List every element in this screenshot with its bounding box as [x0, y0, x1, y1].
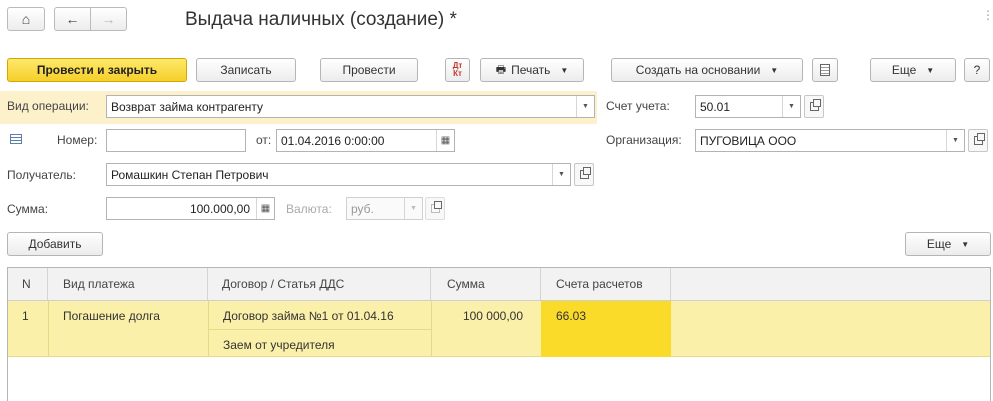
- currency-label: Валюта:: [286, 202, 332, 216]
- table-more-button[interactable]: Еще ▼: [905, 232, 991, 256]
- arrow-right-icon: →: [101, 11, 116, 27]
- operation-label: Вид операции:: [7, 99, 89, 113]
- column-header-payment-type[interactable]: Вид платежа: [48, 268, 208, 301]
- back-button[interactable]: ←: [54, 7, 91, 31]
- number-label: Номер:: [57, 133, 98, 147]
- currency-select[interactable]: руб. ▼: [346, 197, 423, 220]
- document-icon: [820, 64, 830, 76]
- date-input[interactable]: 01.04.2016 0:00:00 ▦: [276, 129, 455, 152]
- payments-table[interactable]: N Вид платежа Договор / Статья ДДС Сумма…: [7, 267, 991, 401]
- account-label: Счет учета:: [606, 99, 670, 113]
- sum-label: Сумма:: [7, 202, 49, 216]
- post-button[interactable]: Провести: [320, 58, 418, 82]
- home-icon: ⌂: [21, 11, 31, 27]
- recipient-open-button[interactable]: [574, 163, 594, 186]
- row-contract: Договор займа №1 от 01.04.16: [223, 309, 394, 323]
- print-button[interactable]: 🖶 Печать ▼: [480, 58, 584, 82]
- add-row-button[interactable]: Добавить: [7, 232, 103, 256]
- row-dds-item: Заем от учредителя: [223, 338, 335, 352]
- dt-kt-button[interactable]: Дт Кт: [445, 58, 470, 82]
- account-open-button[interactable]: [804, 95, 824, 118]
- list-icon: [10, 134, 22, 144]
- page-title: Выдача наличных (создание) *: [185, 9, 457, 30]
- open-icon: [973, 133, 985, 145]
- row-account: 66.03: [556, 309, 587, 323]
- calculator-icon[interactable]: ▦: [256, 198, 274, 219]
- currency-open-button[interactable]: [425, 197, 445, 220]
- chevron-down-icon: ▼: [560, 65, 569, 75]
- column-header-n[interactable]: N: [8, 268, 48, 301]
- chevron-down-icon[interactable]: ▼: [946, 130, 964, 151]
- printer-icon: 🖶: [495, 63, 507, 76]
- arrow-left-icon: ←: [65, 11, 80, 27]
- open-icon: [430, 201, 442, 213]
- help-button[interactable]: ?: [964, 58, 990, 82]
- organization-select[interactable]: ПУГОВИЦА ООО ▼: [695, 129, 965, 152]
- recipient-label: Получатель:: [7, 168, 76, 182]
- row-sum: 100 000,00: [462, 309, 523, 323]
- row-payment-type: Погашение долга: [63, 309, 160, 323]
- post-and-close-button[interactable]: Провести и закрыть: [7, 58, 187, 82]
- create-based-on-button[interactable]: Создать на основании ▼: [611, 58, 803, 82]
- open-icon: [579, 167, 591, 179]
- more-actions-button[interactable]: Еще ▼: [870, 58, 956, 82]
- forward-button[interactable]: →: [90, 7, 127, 31]
- account-select[interactable]: 50.01 ▼: [695, 95, 801, 118]
- recipient-select[interactable]: Ромашкин Степан Петрович ▼: [106, 163, 571, 186]
- sum-input[interactable]: 100.000,00 ▦: [106, 197, 275, 220]
- number-input[interactable]: [106, 129, 246, 152]
- chevron-down-icon: ▼: [926, 65, 935, 75]
- row-divider: [48, 301, 49, 357]
- dt-kt-icon: Дт Кт: [452, 61, 463, 78]
- organization-label: Организация:: [606, 133, 682, 147]
- chevron-down-icon[interactable]: ▼: [782, 96, 800, 117]
- document-report-button[interactable]: [812, 58, 838, 82]
- open-icon: [809, 99, 821, 111]
- column-header-accounts[interactable]: Счета расчетов: [541, 268, 671, 301]
- calendar-icon[interactable]: ▦: [436, 130, 454, 151]
- chevron-down-icon[interactable]: ▼: [576, 96, 594, 117]
- chevron-down-icon[interactable]: ▼: [552, 164, 570, 185]
- date-label: от:: [256, 133, 272, 147]
- operation-type-select[interactable]: Возврат займа контрагенту ▼: [106, 95, 595, 118]
- row-number: 1: [22, 309, 29, 323]
- chevron-down-icon: ▼: [770, 65, 779, 75]
- column-header-filler: [671, 268, 990, 301]
- column-header-sum[interactable]: Сумма: [431, 268, 541, 301]
- chevron-down-icon: ▼: [961, 239, 970, 249]
- column-header-contract[interactable]: Договор / Статья ДДС: [208, 268, 431, 301]
- window-menu-icon[interactable]: ⋮: [982, 8, 993, 22]
- row-divider: [208, 329, 431, 330]
- organization-open-button[interactable]: [968, 129, 988, 152]
- save-button[interactable]: Записать: [196, 58, 296, 82]
- home-button[interactable]: ⌂: [7, 7, 45, 31]
- chevron-down-icon[interactable]: ▼: [404, 198, 422, 219]
